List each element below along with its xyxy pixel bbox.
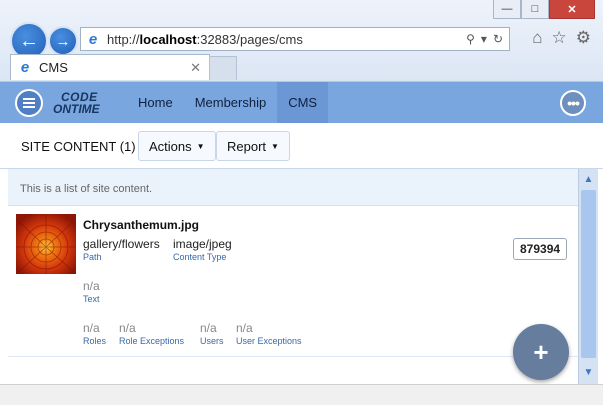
app-bar: CODE ONTIME Home Membership CMS •••	[0, 82, 603, 123]
vertical-scrollbar[interactable]: ▲ ▼	[578, 169, 598, 384]
users-label: Users	[200, 336, 224, 346]
settings-gear-icon[interactable]: ⚙	[576, 28, 591, 48]
view-toolbar: SITE CONTENT (1) ▼ Actions ▼ Report ▼	[0, 123, 603, 169]
user-exceptions-field: n/a User Exceptions	[236, 322, 302, 347]
code-on-time-logo[interactable]: CODE ONTIME	[51, 88, 115, 118]
new-tab-button[interactable]	[209, 56, 237, 80]
address-bar[interactable]: e http://localhost:32883/pages/cms ⚲ ▾ ↻	[80, 27, 510, 51]
view-selector-label: SITE CONTENT (1)	[21, 138, 136, 154]
user-exceptions-value: n/a	[236, 321, 253, 335]
content-type-value: image/jpeg	[173, 237, 232, 251]
actions-label: Actions	[149, 138, 192, 154]
path-label: Path	[83, 252, 102, 262]
report-button[interactable]: Report ▼	[216, 131, 290, 161]
file-name: Chrysanthemum.jpg	[83, 218, 200, 232]
caret-down-icon: ▼	[196, 141, 205, 151]
nav-cms[interactable]: CMS	[277, 82, 329, 123]
hamburger-menu-icon[interactable]	[15, 88, 43, 117]
address-url: http://localhost:32883/pages/cms	[107, 31, 303, 47]
dropdown-arrow-icon[interactable]: ▾	[481, 32, 487, 46]
ie-tab-icon: e	[20, 59, 30, 76]
text-value: n/a	[83, 279, 100, 293]
nav-home[interactable]: Home	[127, 82, 184, 123]
main-nav: Home Membership CMS	[127, 82, 329, 123]
chrysanthemum-thumbnail[interactable]	[16, 214, 76, 274]
roles-value: n/a	[83, 321, 100, 335]
forward-button[interactable]: →	[48, 26, 78, 56]
list-item[interactable]: Chrysanthemum.jpg gallery/flowers Path i…	[8, 205, 579, 357]
home-icon[interactable]: ⌂	[532, 28, 542, 48]
tab-title: CMS	[39, 60, 68, 75]
path-field: gallery/flowers Path	[83, 238, 160, 263]
favorites-star-icon[interactable]: ☆	[552, 28, 567, 48]
roles-label: Roles	[83, 336, 107, 346]
user-exceptions-label: User Exceptions	[236, 336, 302, 346]
browser-tab-cms[interactable]: e CMS ✕	[10, 54, 210, 80]
browser-chrome: — □ ✕ ← → e http://localhost:32883/pages…	[0, 0, 603, 82]
roles-field: n/a Roles	[83, 322, 106, 347]
users-value: n/a	[200, 321, 217, 335]
scroll-down-icon[interactable]: ▼	[579, 364, 598, 381]
role-exceptions-field: n/a Role Exceptions	[119, 322, 184, 347]
path-value: gallery/flowers	[83, 237, 160, 251]
more-options-icon[interactable]: •••	[560, 90, 586, 116]
refresh-icon[interactable]: ↻	[493, 32, 503, 46]
actions-button[interactable]: Actions ▼	[138, 131, 216, 161]
scroll-up-icon[interactable]: ▲	[579, 171, 598, 188]
search-icon[interactable]: ⚲	[466, 32, 475, 46]
file-size-badge: 879394	[513, 238, 568, 260]
ie-page-icon: e	[88, 30, 98, 48]
report-label: Report	[227, 138, 267, 154]
list-description: This is a list of site content.	[20, 183, 153, 195]
close-tab-icon[interactable]: ✕	[190, 60, 201, 76]
window-controls: — □ ✕	[493, 0, 595, 19]
horizontal-scrollbar[interactable]	[0, 384, 603, 405]
role-exceptions-value: n/a	[119, 321, 136, 335]
users-field: n/a Users	[200, 322, 224, 347]
text-field: n/a Text	[83, 280, 100, 305]
text-label: Text	[83, 294, 100, 304]
caret-down-icon: ▼	[271, 141, 279, 151]
nav-membership[interactable]: Membership	[184, 82, 278, 123]
add-fab-button[interactable]: +	[513, 324, 569, 380]
list-content: This is a list of site content. Chrysant…	[8, 169, 579, 400]
content-type-field: image/jpeg Content Type	[173, 238, 232, 263]
role-exceptions-label: Role Exceptions	[119, 336, 185, 346]
close-window-icon[interactable]: ✕	[549, 0, 595, 19]
maximize-icon[interactable]: □	[521, 0, 549, 19]
content-type-label: Content Type	[173, 252, 227, 262]
minimize-icon[interactable]: —	[493, 0, 521, 19]
scrollbar-thumb[interactable]	[581, 190, 596, 358]
